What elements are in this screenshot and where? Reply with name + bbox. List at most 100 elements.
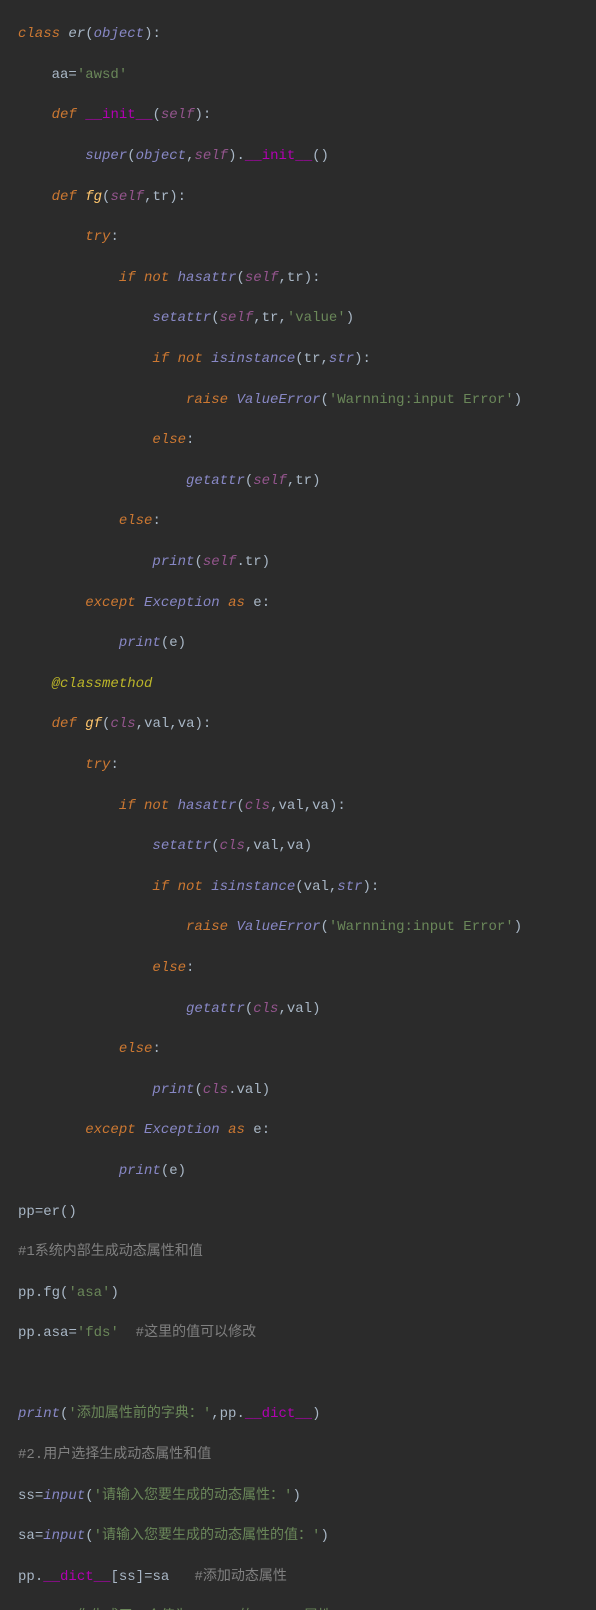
string: 'Warnning:input Error' (329, 919, 514, 935)
attr: asa (43, 1325, 68, 1341)
keyword-as: as (228, 1122, 245, 1138)
code-line: print(cls.val) (18, 1080, 596, 1100)
attr: val (236, 1082, 261, 1098)
builtin: input (43, 1488, 85, 1504)
code-line: setattr(cls,val,va) (18, 836, 596, 856)
code-line: sa=input('请输入您要生成的动态属性的值：') (18, 1526, 596, 1546)
builtin: print (152, 1082, 194, 1098)
string: 'Warnning:input Error' (329, 392, 514, 408)
keyword-try: try (85, 229, 110, 245)
cls: cls (220, 838, 245, 854)
var: e (169, 1163, 177, 1179)
self: self (203, 554, 237, 570)
builtin: object (136, 148, 186, 164)
arg: val (304, 879, 329, 895)
op: = (68, 67, 76, 83)
op: = (35, 1204, 43, 1220)
builtin: print (119, 635, 161, 651)
keyword-else: else (119, 1041, 153, 1057)
arg: val (279, 798, 304, 814)
self: self (245, 270, 279, 286)
code-line: #1系统内部生成动态属性和值 (18, 1242, 596, 1262)
keyword-if: if not (152, 879, 202, 895)
string: '请输入您要生成的动态属性：' (94, 1488, 293, 1504)
code-line: def __init__(self): (18, 105, 596, 125)
attr: tr (245, 554, 262, 570)
var: sa (18, 1528, 35, 1544)
dunder: __init__ (245, 148, 312, 164)
param: tr (152, 189, 169, 205)
builtin: print (119, 1163, 161, 1179)
self: self (253, 473, 287, 489)
code-line: def fg(self,tr): (18, 187, 596, 207)
string: 'asa' (68, 1285, 110, 1301)
self: self (194, 148, 228, 164)
string: '请输入您要生成的动态属性的值：' (94, 1528, 321, 1544)
var: ss (270, 1609, 287, 1610)
keyword-if: if not (119, 798, 169, 814)
arg: tr (262, 310, 279, 326)
arg: val (287, 1001, 312, 1017)
code-line: pp.__dict__[ss]=sa #添加动态属性 (18, 1567, 596, 1587)
arg: val (253, 838, 278, 854)
code-line: except Exception as e: (18, 593, 596, 613)
cls: cls (245, 798, 270, 814)
code-line: setattr(self,tr,'value') (18, 308, 596, 328)
keyword-raise: raise (186, 919, 228, 935)
keyword-if: if not (119, 270, 169, 286)
param: va (178, 716, 195, 732)
builtin: getattr (186, 1001, 245, 1017)
code-line: print(self.tr) (18, 552, 596, 572)
code-line: pp=er() (18, 1202, 596, 1222)
keyword-else: else (152, 960, 186, 976)
keyword-if: if not (152, 351, 202, 367)
code-line: try: (18, 227, 596, 247)
var: ss (18, 1488, 35, 1504)
builtin: print (18, 1609, 60, 1610)
code-line: raise ValueError('Warnning:input Error') (18, 917, 596, 937)
builtin: print (18, 1406, 60, 1422)
builtin: isinstance (211, 879, 295, 895)
var: sa (206, 1609, 223, 1610)
code-line: getattr(self,tr) (18, 471, 596, 491)
code-line: print(e) (18, 1161, 596, 1181)
class-name: er (68, 26, 85, 42)
arg: tr (287, 270, 304, 286)
keyword-except: except (85, 1122, 135, 1138)
self: self (110, 189, 144, 205)
code-editor[interactable]: class er(object): aa='awsd' def __init__… (0, 4, 596, 1610)
var: pp (18, 1325, 35, 1341)
builtin: str (329, 351, 354, 367)
code-line: try: (18, 755, 596, 775)
var: pp (18, 1204, 35, 1220)
attr-name: aa (52, 67, 69, 83)
builtin: setattr (152, 310, 211, 326)
method-name: fg (85, 189, 102, 205)
keyword-else: else (152, 432, 186, 448)
keyword-as: as (228, 595, 245, 611)
code-line: aa='awsd' (18, 65, 596, 85)
builtin: str (337, 879, 362, 895)
string: '你生成了一个值为' (68, 1609, 197, 1610)
comment: #2.用户选择生成动态属性和值 (18, 1447, 211, 1463)
code-line: print('添加属性前的字典：',pp.__dict__) (18, 1404, 596, 1424)
arg: va (312, 798, 329, 814)
code-line: except Exception as e: (18, 1120, 596, 1140)
var: pp (220, 1406, 237, 1422)
keyword-class: class (18, 26, 60, 42)
code-line: #2.用户选择生成动态属性和值 (18, 1445, 596, 1465)
string: '的' (231, 1609, 262, 1610)
string: '属性' (295, 1609, 340, 1610)
builtin: getattr (186, 473, 245, 489)
keyword-def: def (52, 189, 77, 205)
code-line: if not isinstance(tr,str): (18, 349, 596, 369)
var: ss (119, 1569, 136, 1585)
code-line: pp.asa='fds' #这里的值可以修改 (18, 1323, 596, 1343)
method-name: gf (85, 716, 102, 732)
code-line: pp.fg('asa') (18, 1283, 596, 1303)
code-line: ss=input('请输入您要生成的动态属性：') (18, 1486, 596, 1506)
code-line: getattr(cls,val) (18, 999, 596, 1019)
code-line: if not isinstance(val,str): (18, 877, 596, 897)
keyword-raise: raise (186, 392, 228, 408)
string: 'value' (287, 310, 346, 326)
